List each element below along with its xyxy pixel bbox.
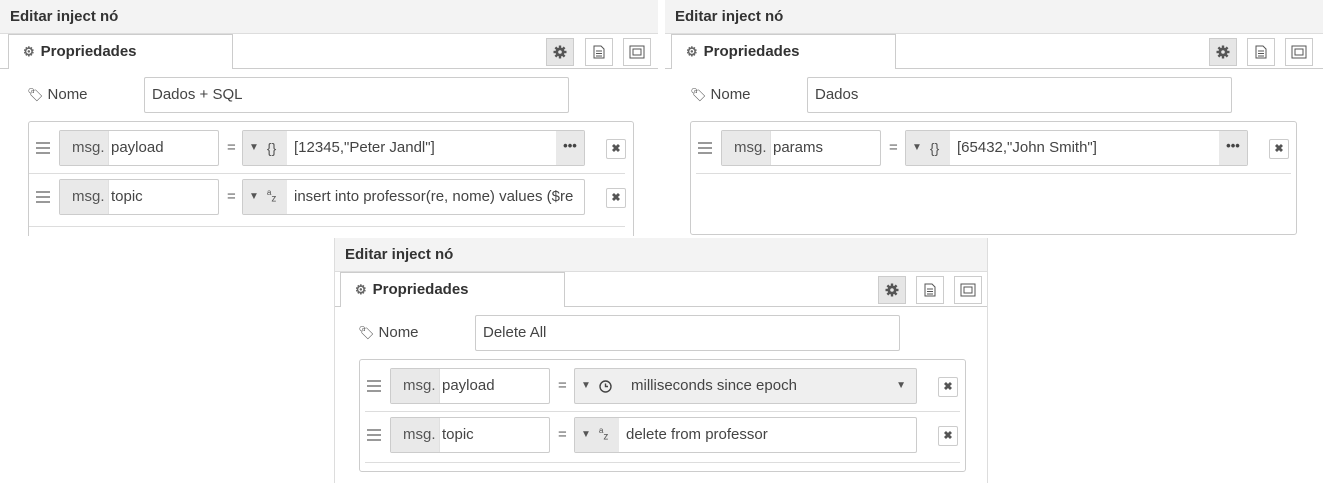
property-name-input[interactable]: msg. topic [390, 417, 550, 453]
remove-button[interactable]: ✖ [606, 188, 626, 208]
appearance-button[interactable] [623, 38, 651, 66]
property-value-input[interactable]: ▼ ᵃz delete from professor [574, 417, 917, 453]
appearance-button[interactable] [954, 276, 982, 304]
description-button[interactable] [585, 38, 613, 66]
appearance-icon [960, 283, 976, 297]
description-button[interactable] [916, 276, 944, 304]
property-value-input[interactable]: ▼{} [65432,"John Smith"] ••• [905, 130, 1248, 166]
property-value-select[interactable]: ▼ milliseconds since epoch ▼ [574, 368, 917, 404]
msg-prefix: msg. [60, 180, 109, 214]
chevron-down-icon: ▼ [249, 191, 259, 202]
dialog-title: Editar inject nó [665, 0, 1323, 34]
type-selector[interactable]: ▼ ᵃz [575, 418, 619, 452]
tag-icon: 🏷 [358, 325, 375, 340]
string-type-icon: ᵃz [266, 187, 277, 205]
property-name-input[interactable]: msg. payload [390, 368, 550, 404]
gear-icon: ⚙ [23, 44, 35, 59]
name-input[interactable]: Dados [807, 77, 1232, 113]
tab-label: Propriedades [372, 281, 469, 298]
drag-handle-icon[interactable] [36, 191, 50, 203]
property-value-input[interactable]: ▼{} [12345,"Peter Jandl"] ••• [242, 130, 585, 166]
properties-button[interactable] [878, 276, 906, 304]
type-selector[interactable]: ▼ ᵃz [243, 180, 287, 214]
remove-button[interactable]: ✖ [938, 426, 958, 446]
msg-prefix: msg. [722, 131, 771, 165]
expand-editor-button[interactable]: ••• [1219, 131, 1247, 165]
equals-sign: = [558, 426, 567, 443]
equals-sign: = [889, 139, 898, 156]
msg-prefix: msg. [60, 131, 109, 165]
type-selector[interactable]: ▼ [575, 369, 627, 403]
name-label: 🏷 Nome [690, 86, 751, 103]
remove-button[interactable]: ✖ [606, 139, 626, 159]
edit-dialog-2: Editar inject nó ⚙ Propriedades 🏷 Nome Dad… [665, 0, 1323, 236]
type-selector[interactable]: ▼ {} [906, 131, 950, 165]
property-value-input[interactable]: ▼ ᵃz insert into professor(re, nome) valu… [242, 179, 585, 215]
tag-icon: 🏷 [690, 87, 707, 102]
chevron-down-icon: ▼ [912, 142, 922, 153]
tab-label: Propriedades [40, 43, 137, 60]
name-input[interactable]: Delete All [475, 315, 900, 351]
edit-dialog-3: Editar inject nó ⚙ Propriedades 🏷 Nome Del… [334, 238, 988, 483]
json-type-icon: {} [266, 140, 277, 156]
appearance-button[interactable] [1285, 38, 1313, 66]
chevron-down-icon: ▼ [249, 142, 259, 153]
chevron-down-icon: ▼ [581, 429, 591, 440]
tab-propriedades[interactable]: ⚙ Propriedades [8, 34, 233, 69]
gear-icon [1216, 45, 1230, 59]
tab-propriedades[interactable]: ⚙ Propriedades [340, 272, 565, 307]
remove-button[interactable]: ✖ [938, 377, 958, 397]
property-name-input[interactable]: msg. payload [59, 130, 219, 166]
tag-icon: 🏷 [27, 87, 44, 102]
tab-propriedades[interactable]: ⚙ Propriedades [671, 34, 896, 69]
gear-icon: ⚙ [686, 44, 698, 59]
chevron-down-icon: ▼ [896, 380, 906, 391]
properties-button[interactable] [546, 38, 574, 66]
chevron-down-icon: ▼ [581, 380, 591, 391]
dialog-title: Editar inject nó [335, 238, 987, 272]
gear-icon [553, 45, 567, 59]
info-icon [1255, 45, 1267, 59]
string-type-icon: ᵃz [598, 425, 609, 443]
appearance-icon [1291, 45, 1307, 59]
property-name-input[interactable]: msg. topic [59, 179, 219, 215]
gear-icon: ⚙ [355, 282, 367, 297]
appearance-icon [629, 45, 645, 59]
property-list: msg. payload = ▼ milliseconds since epoc… [359, 359, 966, 472]
msg-prefix: msg. [391, 418, 440, 452]
property-list: msg. params = ▼{} [65432,"John Smith"] •… [690, 121, 1297, 235]
description-button[interactable] [1247, 38, 1275, 66]
name-label: 🏷 Nome [27, 86, 88, 103]
equals-sign: = [227, 139, 236, 156]
name-input[interactable]: Dados + SQL [144, 77, 569, 113]
equals-sign: = [558, 377, 567, 394]
remove-button[interactable]: ✖ [1269, 139, 1289, 159]
drag-handle-icon[interactable] [698, 142, 712, 154]
name-label: 🏷 Nome [358, 324, 419, 341]
info-icon [593, 45, 605, 59]
equals-sign: = [227, 188, 236, 205]
clock-icon [599, 379, 612, 393]
drag-handle-icon[interactable] [367, 429, 381, 441]
msg-prefix: msg. [391, 369, 440, 403]
gear-icon [885, 283, 899, 297]
properties-button[interactable] [1209, 38, 1237, 66]
drag-handle-icon[interactable] [36, 142, 50, 154]
dialog-title: Editar inject nó [0, 0, 658, 34]
info-icon [924, 283, 936, 297]
drag-handle-icon[interactable] [367, 380, 381, 392]
type-selector[interactable]: ▼ {} [243, 131, 287, 165]
expand-editor-button[interactable]: ••• [556, 131, 584, 165]
property-name-input[interactable]: msg. params [721, 130, 881, 166]
tab-label: Propriedades [703, 43, 800, 60]
edit-dialog-1: Editar inject nó ⚙ Propriedades 🏷 Nome Dad… [0, 0, 658, 236]
property-list: msg. payload = ▼{} [12345,"Peter Jandl"]… [28, 121, 634, 236]
json-type-icon: {} [929, 140, 940, 156]
